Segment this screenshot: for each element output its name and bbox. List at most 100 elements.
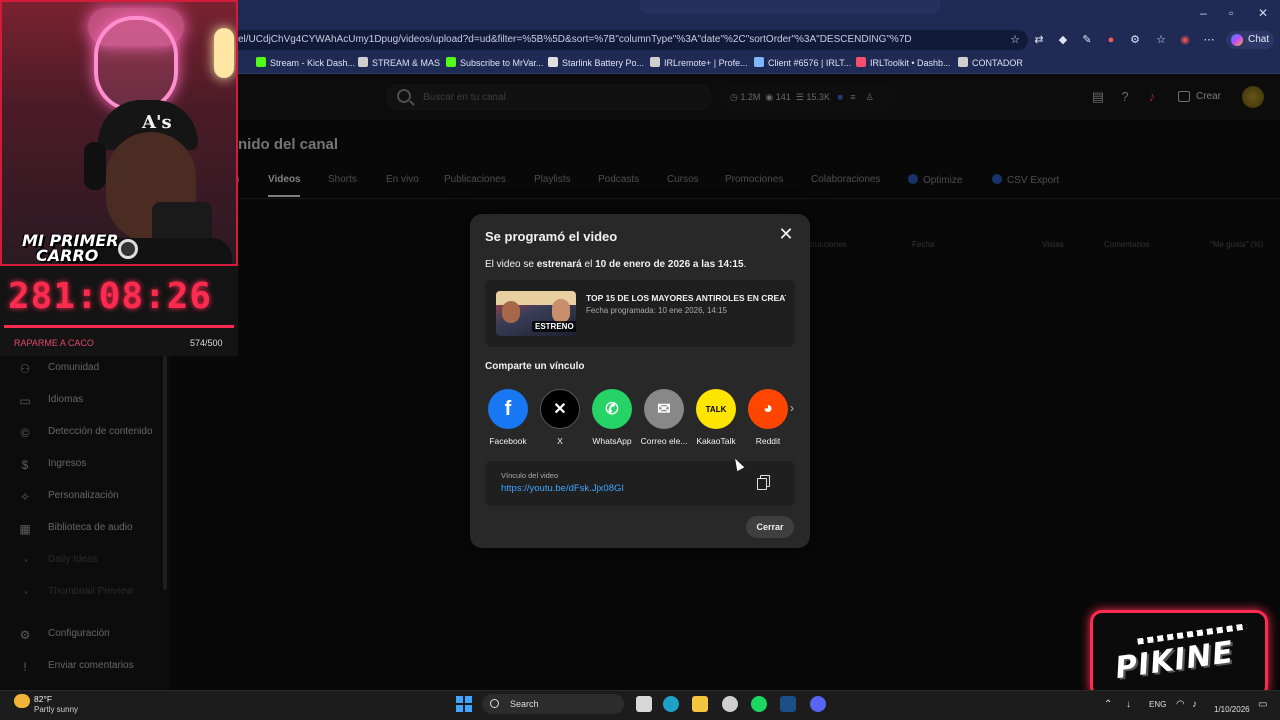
whatsapp-icon: ✆: [592, 389, 632, 429]
desc-mid: el: [581, 259, 596, 270]
kick-icon: [446, 57, 456, 67]
email-icon: ✉: [644, 389, 684, 429]
bookmark-label: CONTADOR: [972, 58, 1023, 68]
share-heading: Comparte un vínculo: [485, 361, 585, 372]
volume-icon[interactable]: ♪: [1192, 699, 1197, 710]
scheduled-video-dialog: Se programó el video ✕ El video se estre…: [470, 214, 810, 548]
bookmark-item[interactable]: IRLremote+ | Profe...: [650, 57, 748, 68]
video-title: TOP 15 DE LOS MAYORES ANTIROLES EN CREAT…: [586, 293, 786, 303]
irltoolkit-icon: [856, 57, 866, 67]
bookmark-item[interactable]: Client #6576 | IRLT...: [754, 57, 851, 68]
reddit-icon: ◕: [748, 389, 788, 429]
close-window-icon[interactable]: ✕: [1258, 6, 1268, 20]
tray-chevron-icon[interactable]: ⌃: [1104, 699, 1112, 710]
weather-icon[interactable]: [14, 694, 30, 708]
bookmark-label: Client #6576 | IRLT...: [768, 58, 852, 68]
share-x-button[interactable]: ✕ X: [534, 389, 586, 449]
maximize-icon[interactable]: ▫: [1229, 6, 1233, 20]
video-link-box: Vínculo del video https://youtu.be/dFsk.…: [485, 461, 795, 506]
weather-description[interactable]: Partly sunny: [34, 705, 78, 714]
bookmark-item[interactable]: Subscribe to MrVar...: [446, 57, 543, 68]
share-label: Reddit: [755, 436, 781, 446]
stream-timer: 281:08:26: [8, 276, 213, 317]
desc-datetime: 10 de enero de 2026 a las 14:15: [595, 259, 744, 270]
page-icon: [548, 57, 558, 67]
share-correo-ele--button[interactable]: ✉ Correo ele...: [638, 389, 690, 449]
share-whatsapp-button[interactable]: ✆ WhatsApp: [586, 389, 638, 449]
favorites-icon[interactable]: ☆: [1154, 33, 1168, 47]
extension-pen-icon[interactable]: ✎: [1080, 33, 1094, 47]
discord-icon[interactable]: [810, 696, 826, 712]
premiere-badge: ESTRENO: [532, 321, 576, 332]
bookmark-label: Subscribe to MrVar...: [460, 58, 544, 68]
tray-download-icon[interactable]: ↓: [1126, 699, 1131, 710]
video-thumbnail: ESTRENO: [496, 291, 576, 336]
copilot-chat-button[interactable]: Chat: [1226, 31, 1274, 49]
search-icon: [490, 699, 499, 708]
video-card: ESTRENO TOP 15 DE LOS MAYORES ANTIROLES …: [485, 280, 795, 347]
task-view-icon[interactable]: [636, 696, 652, 712]
bookmark-item[interactable]: CONTADOR: [958, 57, 1023, 68]
facebook-icon: f: [488, 389, 528, 429]
gauge-icon: [958, 57, 968, 67]
video-link-label: Vínculo del video: [501, 471, 559, 480]
steam-icon[interactable]: [780, 696, 796, 712]
taskbar-search[interactable]: Search: [482, 694, 624, 714]
share-label: KakaoTalk: [696, 436, 736, 446]
edge-icon[interactable]: [663, 696, 679, 712]
wheel-icon: [118, 239, 138, 259]
language-indicator[interactable]: ENG: [1149, 700, 1166, 709]
windows-start-icon[interactable]: [456, 696, 472, 712]
bookmark-item[interactable]: Stream - Kick Dash...: [256, 57, 355, 68]
x-icon: ✕: [540, 389, 580, 429]
chevron-right-icon[interactable]: ›: [783, 397, 801, 419]
goal-value: 574/500: [190, 338, 223, 348]
profile-icon[interactable]: ◉: [1178, 33, 1192, 47]
globe-icon: [650, 57, 660, 67]
bookmark-item[interactable]: Starlink Battery Po...: [548, 57, 644, 68]
desc-end: .: [743, 259, 747, 270]
video-link-url[interactable]: https://youtu.be/dFsk.Jjx08GI: [501, 483, 624, 494]
minimize-icon[interactable]: –: [1200, 6, 1207, 20]
bookmark-item[interactable]: IRLToolkit • Dashb...: [856, 57, 951, 68]
chrome-icon[interactable]: [722, 696, 738, 712]
pikine-logo: PIKINE: [1090, 610, 1268, 698]
bookmark-label: IRLremote+ | Profe...: [664, 58, 748, 68]
more-icon[interactable]: ⋯: [1202, 33, 1216, 47]
close-icon[interactable]: ✕: [778, 225, 794, 243]
dialog-title: Se programó el video: [485, 229, 618, 244]
weather-temperature[interactable]: 82°F: [34, 694, 52, 704]
extensions-puzzle-icon[interactable]: ⚙: [1128, 33, 1142, 47]
timer-bar: [4, 325, 234, 328]
badge-line-2: CARRO: [36, 246, 99, 265]
extension-shield-icon[interactable]: ●: [1104, 33, 1118, 47]
desc-premiere: estrenará: [536, 259, 582, 270]
notification-center-icon[interactable]: ▭: [1258, 699, 1267, 710]
share-label: WhatsApp: [592, 436, 632, 446]
cap-logo: A's: [142, 112, 172, 133]
extension-diamond-icon[interactable]: ◆: [1056, 33, 1070, 47]
video-scheduled-date: Fecha programada: 10 ene 2026, 14:15: [586, 306, 727, 315]
bookmark-item[interactable]: STREAM & MAS: [358, 57, 440, 68]
dialog-description: El video se estrenará el 10 de enero de …: [485, 259, 746, 270]
share-label: Correo ele...: [640, 436, 688, 446]
star-icon[interactable]: ☆: [1008, 33, 1022, 47]
bookmark-label: STREAM & MAS: [372, 58, 441, 68]
file-explorer-icon[interactable]: [692, 696, 708, 712]
wifi-icon[interactable]: ◠: [1176, 699, 1185, 710]
folder-icon: [358, 57, 368, 67]
share-facebook-button[interactable]: f Facebook: [482, 389, 534, 449]
share-kakaotalk-button[interactable]: TALK KakaoTalk: [690, 389, 742, 449]
share-label: X: [557, 436, 563, 446]
system-date[interactable]: 1/10/2026: [1214, 705, 1250, 714]
goal-label: RAPARME A CACO: [14, 338, 94, 348]
kakaotalk-icon: TALK: [696, 389, 736, 429]
bookmark-label: IRLToolkit • Dashb...: [870, 58, 951, 68]
close-button[interactable]: Cerrar: [746, 516, 794, 538]
extension-translate-icon[interactable]: ⇄: [1032, 33, 1046, 47]
bookmark-label: Starlink Battery Po...: [562, 58, 645, 68]
address-bar[interactable]: el/UCdjChVg4CYWAhAcUmy1Dpug/videos/uploa…: [228, 30, 1028, 50]
spotify-icon[interactable]: [751, 696, 767, 712]
browser-tab[interactable]: [640, 0, 940, 14]
copy-icon[interactable]: [757, 475, 771, 491]
